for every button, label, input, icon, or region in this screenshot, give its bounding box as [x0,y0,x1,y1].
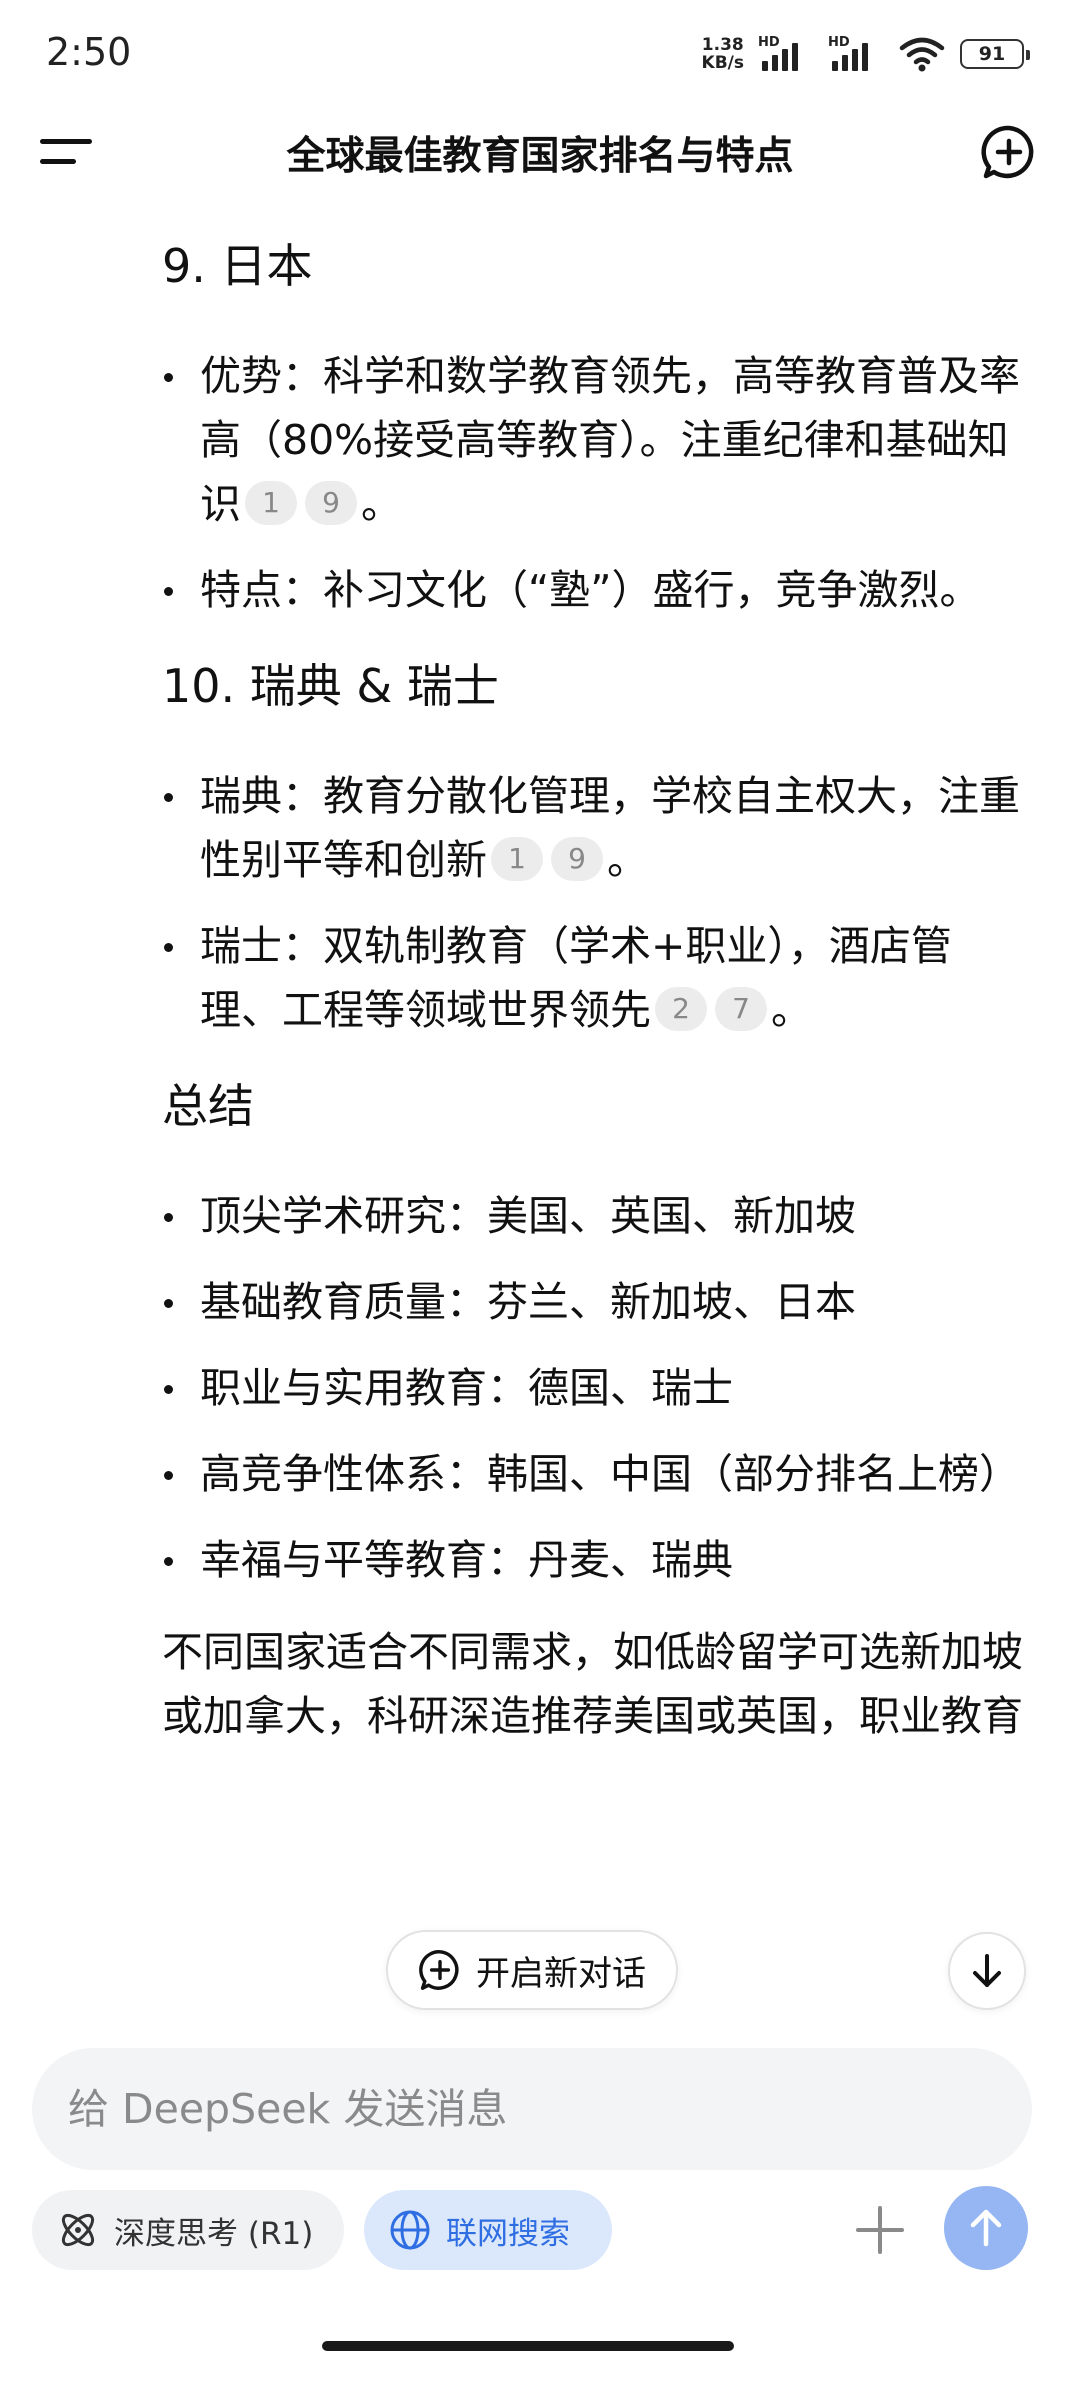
closing-paragraph: 不同国家适合不同需求，如低龄留学可选新加坡或加拿大，科研深造推荐美国或英国，职业… [162,1628,1023,1740]
section-heading: 9. 日本 [162,239,313,293]
web-search-label: 联网搜索 [446,2215,570,2252]
composer-toolbar: 深度思考 (R1) 联网搜索 [0,2186,1080,2272]
status-time: 2:50 [46,30,132,74]
battery-icon: 91 [960,39,1030,69]
section-heading: 总结 [162,1079,254,1133]
new-chat-icon [419,1950,459,1990]
network-speed-value: 1.38 [701,35,744,55]
citation-badge[interactable]: 1 [491,837,543,881]
list-item-text: 幸福与平等教育：丹麦、瑞典 [200,1536,733,1584]
list-item: 瑞士：双轨制教育（学术+职业），酒店管理、工程等领域世界领先 2 7。 [162,914,1032,1042]
list-item: 特点：补习文化（“塾”）盛行，竞争激烈。 [162,558,1032,622]
app-header: 全球最佳教育国家排名与特点 [0,105,1080,197]
network-speed: 1.38 KB/s [702,36,744,72]
list-item: 优势：科学和数学教育领先，高等教育普及率高（80%接受高等教育）。注重纪律和基础… [162,344,1032,536]
atom-icon [61,2213,95,2247]
deep-think-toggle[interactable]: 深度思考 (R1) [32,2190,344,2270]
new-chat-label: 开启新对话 [476,1953,646,1994]
list-item-text: 顶尖学术研究：美国、英国、新加坡 [200,1192,856,1240]
list-item-tail: 。 [607,836,648,884]
section-heading: 10. 瑞典 & 瑞士 [162,659,499,713]
list-item-tail: 。 [771,986,812,1034]
send-button[interactable] [944,2186,1028,2270]
assistant-message: 9. 日本 优势：科学和数学教育领先，高等教育普及率高（80%接受高等教育）。注… [162,200,1032,1748]
globe-icon [390,2210,430,2250]
conversation-title[interactable]: 全球最佳教育国家排名与特点 [0,125,1080,181]
citation-badge[interactable]: 9 [305,481,357,525]
scroll-down-button[interactable] [948,1932,1026,2010]
list-item-tail: 。 [361,480,402,528]
bullet-list: 顶尖学术研究：美国、英国、新加坡 基础教育质量：芬兰、新加坡、日本 职业与实用教… [162,1184,1032,1592]
arrow-up-icon [970,2209,1002,2247]
list-item: 顶尖学术研究：美国、英国、新加坡 [162,1184,1032,1248]
battery-level: 91 [978,43,1006,65]
home-indicator[interactable] [322,2341,734,2351]
new-chat-icon[interactable] [980,123,1038,181]
arrow-down-icon [973,1954,1001,1987]
signal-icon: HD [758,35,814,71]
citation-badge[interactable]: 2 [655,987,707,1031]
screen: 2:50 1.38 KB/s HD HD 91 全球最佳教育国家排名与特点 9.… [0,0,1080,2400]
new-chat-button[interactable]: 开启新对话 [386,1930,678,2010]
list-item-text: 基础教育质量：芬兰、新加坡、日本 [200,1278,856,1326]
wifi-icon [899,37,945,72]
list-item-text: 特点：补习文化（“塾”）盛行，竞争激烈。 [200,566,981,614]
message-input[interactable] [32,2048,1032,2170]
chat-content[interactable]: 9. 日本 优势：科学和数学教育领先，高等教育普及率高（80%接受高等教育）。注… [0,200,1080,2030]
network-speed-unit: KB/s [701,53,744,73]
list-item-text: 职业与实用教育：德国、瑞士 [200,1364,733,1412]
bullet-list: 瑞典：教育分散化管理，学校自主权大，注重性别平等和创新 1 9。 瑞士：双轨制教育（… [162,764,1032,1042]
web-search-toggle[interactable]: 联网搜索 [364,2190,612,2270]
citation-badge[interactable]: 9 [551,837,603,881]
list-item: 幸福与平等教育：丹麦、瑞典 [162,1528,1032,1592]
citation-badge[interactable]: 1 [245,481,297,525]
citation-badge[interactable]: 7 [715,987,767,1031]
message-composer [32,2048,1032,2170]
list-item: 高竞争性体系：韩国、中国（部分排名上榜） [162,1442,1032,1506]
list-item: 职业与实用教育：德国、瑞士 [162,1356,1032,1420]
deep-think-label: 深度思考 (R1) [114,2215,314,2252]
list-item: 瑞典：教育分散化管理，学校自主权大，注重性别平等和创新 1 9。 [162,764,1032,892]
list-item-text: 高竞争性体系：韩国、中国（部分排名上榜） [200,1450,1020,1498]
status-bar: 2:50 1.38 KB/s HD HD 91 [0,0,1080,105]
attach-plus-icon[interactable] [852,2202,908,2258]
list-item: 基础教育质量：芬兰、新加坡、日本 [162,1270,1032,1334]
list-item-text: 瑞士：双轨制教育（学术+职业），酒店管理、工程等领域世界领先 [200,922,952,1034]
signal-icon: HD [828,35,884,71]
status-icons: 1.38 KB/s HD HD 91 [702,34,1030,74]
bullet-list: 优势：科学和数学教育领先，高等教育普及率高（80%接受高等教育）。注重纪律和基础… [162,344,1032,622]
